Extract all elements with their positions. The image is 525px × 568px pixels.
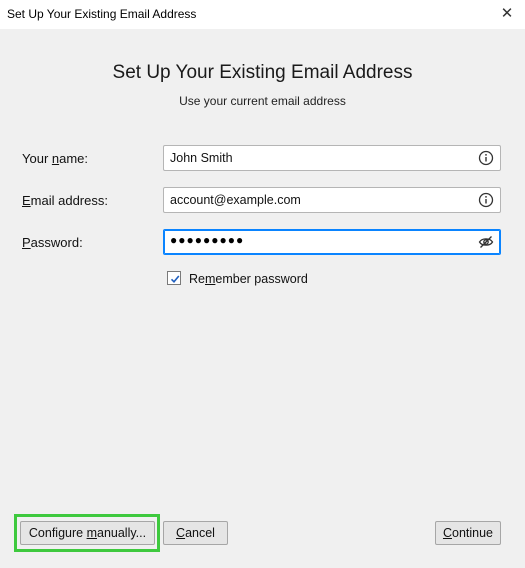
email-field[interactable] bbox=[163, 187, 501, 213]
info-icon[interactable] bbox=[478, 192, 494, 208]
eye-slash-icon[interactable] bbox=[478, 234, 494, 250]
page-subtitle: Use your current email address bbox=[179, 94, 346, 108]
password-field[interactable]: ●●●●●●●●● bbox=[163, 229, 501, 255]
info-icon[interactable] bbox=[478, 150, 494, 166]
password-label: Password: bbox=[22, 235, 83, 250]
page-title: Set Up Your Existing Email Address bbox=[112, 62, 413, 83]
name-label: Your name: bbox=[22, 151, 89, 166]
title-bar: Set Up Your Existing Email Address ✕ bbox=[0, 0, 525, 29]
window-title: Set Up Your Existing Email Address bbox=[7, 7, 197, 21]
name-field[interactable] bbox=[163, 145, 501, 171]
email-input[interactable] bbox=[170, 192, 460, 208]
cancel-button[interactable]: Cancel bbox=[163, 521, 228, 545]
continue-button[interactable]: Continue bbox=[435, 521, 501, 545]
close-icon[interactable]: ✕ bbox=[498, 5, 516, 23]
password-input[interactable]: ●●●●●●●●● bbox=[170, 233, 244, 247]
remember-password-checkbox[interactable] bbox=[167, 271, 181, 285]
configure-manually-button[interactable]: Configure manually... bbox=[20, 521, 155, 545]
email-label: Email address: bbox=[22, 193, 108, 208]
name-input[interactable] bbox=[170, 150, 460, 166]
remember-password-label: Remember password bbox=[189, 272, 308, 286]
